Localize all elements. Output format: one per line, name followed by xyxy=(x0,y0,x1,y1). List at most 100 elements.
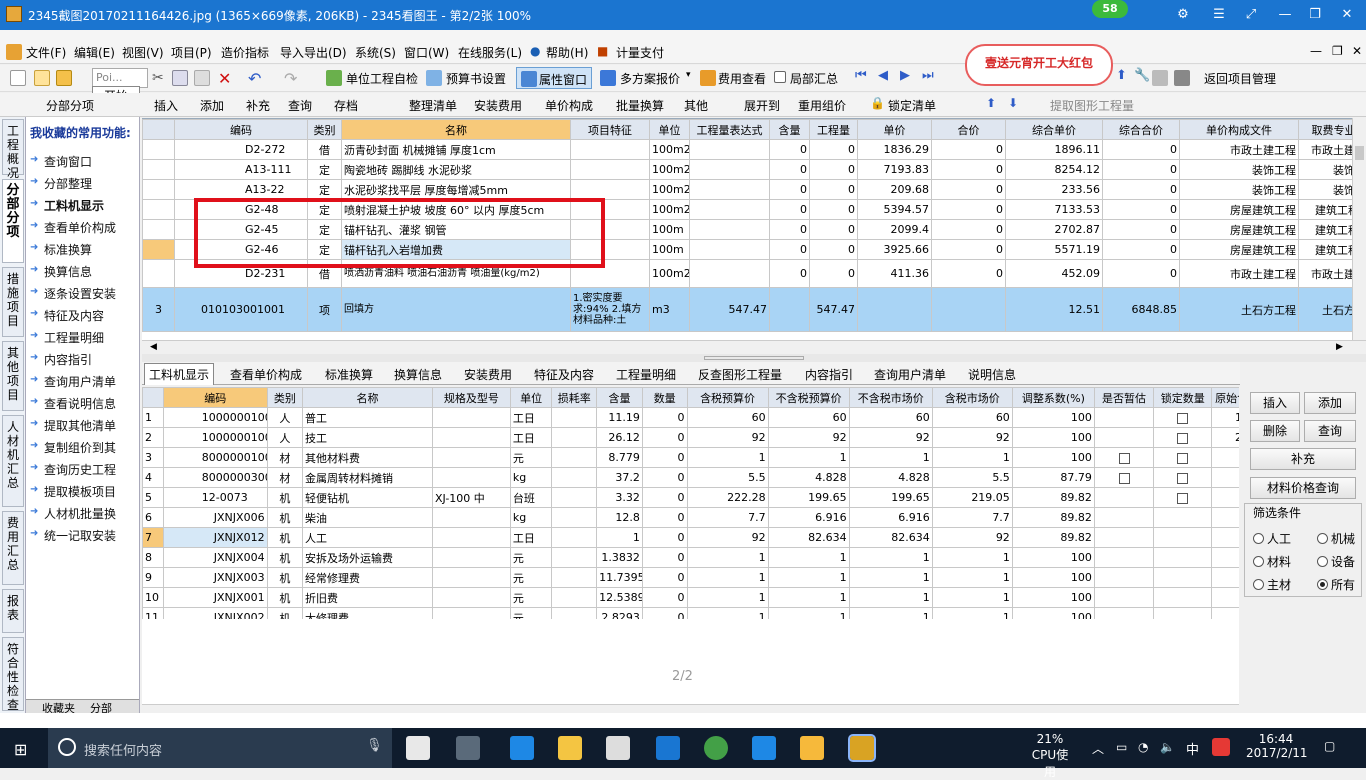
cell-total[interactable]: 0 xyxy=(931,239,1006,260)
other-menu[interactable]: 其他 xyxy=(684,97,708,114)
cell-spec[interactable] xyxy=(431,587,511,608)
cell-unit[interactable]: 100m2 xyxy=(649,259,690,288)
resource-row[interactable]: 6 JXNJX006 机柴油 kg 12.8 0 7.7 6.916 6.916 7.7 89.82 xyxy=(142,507,1239,528)
fav-item[interactable]: 逐条设置安装 xyxy=(30,285,116,302)
cell-loss[interactable] xyxy=(551,527,598,548)
cell-major[interactable]: 建筑工程1 xyxy=(1298,239,1352,260)
cell-major[interactable]: 建筑工程1 xyxy=(1298,199,1352,220)
redo-icon[interactable]: ↷ xyxy=(284,69,300,88)
bill-row[interactable]: A13-22 定水泥砂浆找平层 厚度每增减5mm 100m2 0 0 209.68 0 233… xyxy=(142,179,1352,200)
menu-import-export[interactable]: 导入导出(D) xyxy=(280,44,347,61)
cell-qty[interactable]: 26.12 xyxy=(596,427,643,448)
fav-item[interactable]: 查看单价构成 xyxy=(30,219,116,236)
cell-qty[interactable]: 1.3832 xyxy=(596,547,643,568)
cell-utotal[interactable]: 0 xyxy=(1102,139,1180,160)
tab-content-guide[interactable]: 内容指引 xyxy=(805,366,853,383)
cell-name[interactable]: 普工 xyxy=(302,407,433,428)
fee-view-button[interactable]: 费用查看 xyxy=(718,70,766,87)
scroll-left-icon[interactable]: ◀ xyxy=(150,342,157,352)
cell-price[interactable]: 1836.29 xyxy=(857,139,932,160)
cell-unit[interactable]: 100m xyxy=(649,219,690,240)
query-menu[interactable]: 查询 xyxy=(288,97,312,114)
fav-item[interactable]: 提取其他清单 xyxy=(30,417,116,434)
fav-item[interactable]: 工程量明细 xyxy=(30,329,104,346)
cell-unit[interactable]: kg xyxy=(509,507,553,528)
add-menu[interactable]: 添加 xyxy=(200,97,224,114)
tools-icon[interactable]: 🔧 xyxy=(1134,68,1150,83)
cell-price[interactable]: 5394.57 xyxy=(857,199,932,220)
cell-utotal[interactable]: 6848.85 xyxy=(1102,287,1180,332)
cell-unit[interactable]: 台班 xyxy=(509,487,553,508)
cell-loss[interactable] xyxy=(551,447,598,468)
cell-p1[interactable]: 222.28 xyxy=(686,487,769,508)
col-header-total[interactable]: 合价 xyxy=(931,119,1006,140)
sub-header-tax-budget[interactable]: 含税预算价 xyxy=(686,387,769,408)
resource-row[interactable]: 3800000010005材其他材料费元8.779011111008. xyxy=(142,447,1239,468)
partial-summary-checkbox[interactable] xyxy=(774,71,786,83)
cell-lock-checkbox[interactable] xyxy=(1153,427,1213,448)
next-icon[interactable]: ▶ xyxy=(900,68,910,83)
cut-icon[interactable]: ✂ xyxy=(152,70,168,86)
sub-header-spec[interactable]: 规格及型号 xyxy=(431,387,511,408)
cell-orig[interactable]: 3 xyxy=(1211,487,1239,508)
tray-expand-icon[interactable]: ︿ xyxy=(1092,740,1104,757)
tab-project-overview[interactable]: 工程概况 xyxy=(2,119,24,180)
resource-row[interactable]: 8 JXNJX004 机安拆及场外运输费元 1.3832 0 1 1 1 1 100 xyxy=(142,547,1239,568)
cell-utotal[interactable]: 0 xyxy=(1102,159,1180,180)
cell-p2[interactable]: 4.828 xyxy=(767,467,850,488)
cell-qty[interactable]: 11.19 xyxy=(596,407,643,428)
resource-row[interactable]: 1100000010001人普工工日11.1906060606010011 xyxy=(142,407,1239,428)
cell-type[interactable]: 材 xyxy=(266,447,304,468)
col-header-name[interactable]: 名称 xyxy=(341,119,571,140)
cell-file[interactable]: 装饰工程 xyxy=(1179,159,1299,180)
mdi-restore[interactable]: ❐ xyxy=(1332,44,1343,58)
cell-adj[interactable]: 89.82 xyxy=(1011,527,1095,548)
menu-help[interactable]: 帮助(H) xyxy=(546,44,588,61)
cell-p3[interactable]: 1 xyxy=(848,607,933,619)
cell-p2[interactable]: 199.65 xyxy=(767,487,850,508)
estimate-checkbox[interactable] xyxy=(1118,452,1130,464)
cell-loss[interactable] xyxy=(551,567,598,588)
tab-reports[interactable]: 报表 xyxy=(2,589,24,633)
cell-est-checkbox[interactable] xyxy=(1093,587,1155,608)
cell-name[interactable]: 柴油 xyxy=(302,507,433,528)
tab-measures[interactable]: 措施项目 xyxy=(2,267,24,337)
cell-loss[interactable] xyxy=(551,487,598,508)
fav-item[interactable]: 内容指引 xyxy=(30,351,92,368)
cell-adj[interactable]: 100 xyxy=(1011,547,1095,568)
cell-price[interactable]: 2099.4 xyxy=(857,219,932,240)
menu-edit[interactable]: 编辑(E) xyxy=(74,44,115,61)
resource-row[interactable]: 11 JXNJX002 机大修理费元 2.8293 0 1 1 1 1 100 xyxy=(142,607,1239,619)
col-header-feature[interactable]: 项目特征 xyxy=(570,119,650,140)
cell-spec[interactable] xyxy=(431,407,511,428)
cell-qty[interactable]: 0 xyxy=(769,259,810,288)
cell-p3[interactable]: 92 xyxy=(848,427,933,448)
sub-header-content[interactable]: 含量 xyxy=(596,387,643,408)
cell-p3[interactable]: 1 xyxy=(848,567,933,588)
cell-p2[interactable]: 92 xyxy=(767,427,850,448)
estimate-checkbox[interactable] xyxy=(1118,472,1130,484)
sub-header-notax-budget[interactable]: 不含税预算价 xyxy=(767,387,850,408)
cell-lock-checkbox[interactable] xyxy=(1153,507,1213,528)
cell-price[interactable] xyxy=(857,287,932,332)
sub-header-unit[interactable]: 单位 xyxy=(509,387,553,408)
cell-file[interactable]: 房屋建筑工程 xyxy=(1179,219,1299,240)
expand-to-menu[interactable]: 展开到 xyxy=(744,97,780,114)
cell-feature[interactable] xyxy=(570,159,650,180)
cell-orig[interactable] xyxy=(1211,567,1239,588)
cell-lock-checkbox[interactable] xyxy=(1153,467,1213,488)
fav-item[interactable]: 提取模板项目 xyxy=(30,483,116,500)
resource-horizontal-scrollbar[interactable] xyxy=(142,704,1239,713)
cell-code[interactable]: 010103001001 xyxy=(174,287,308,332)
cell-unit[interactable]: 100m2 xyxy=(649,159,690,180)
cell-major[interactable]: 装饰工 xyxy=(1298,159,1352,180)
cell-expr[interactable] xyxy=(689,239,770,260)
file-explorer-icon[interactable] xyxy=(558,736,582,760)
main-vertical-scrollbar[interactable] xyxy=(1352,118,1366,340)
lock-checkbox[interactable] xyxy=(1177,472,1189,484)
unit-price-menu[interactable]: 单价构成 xyxy=(545,97,593,114)
cell-p3[interactable]: 1 xyxy=(848,547,933,568)
cell-spec[interactable] xyxy=(431,467,511,488)
filter-material-radio[interactable]: 材料 xyxy=(1253,553,1291,570)
splitter-handle[interactable] xyxy=(704,356,804,360)
